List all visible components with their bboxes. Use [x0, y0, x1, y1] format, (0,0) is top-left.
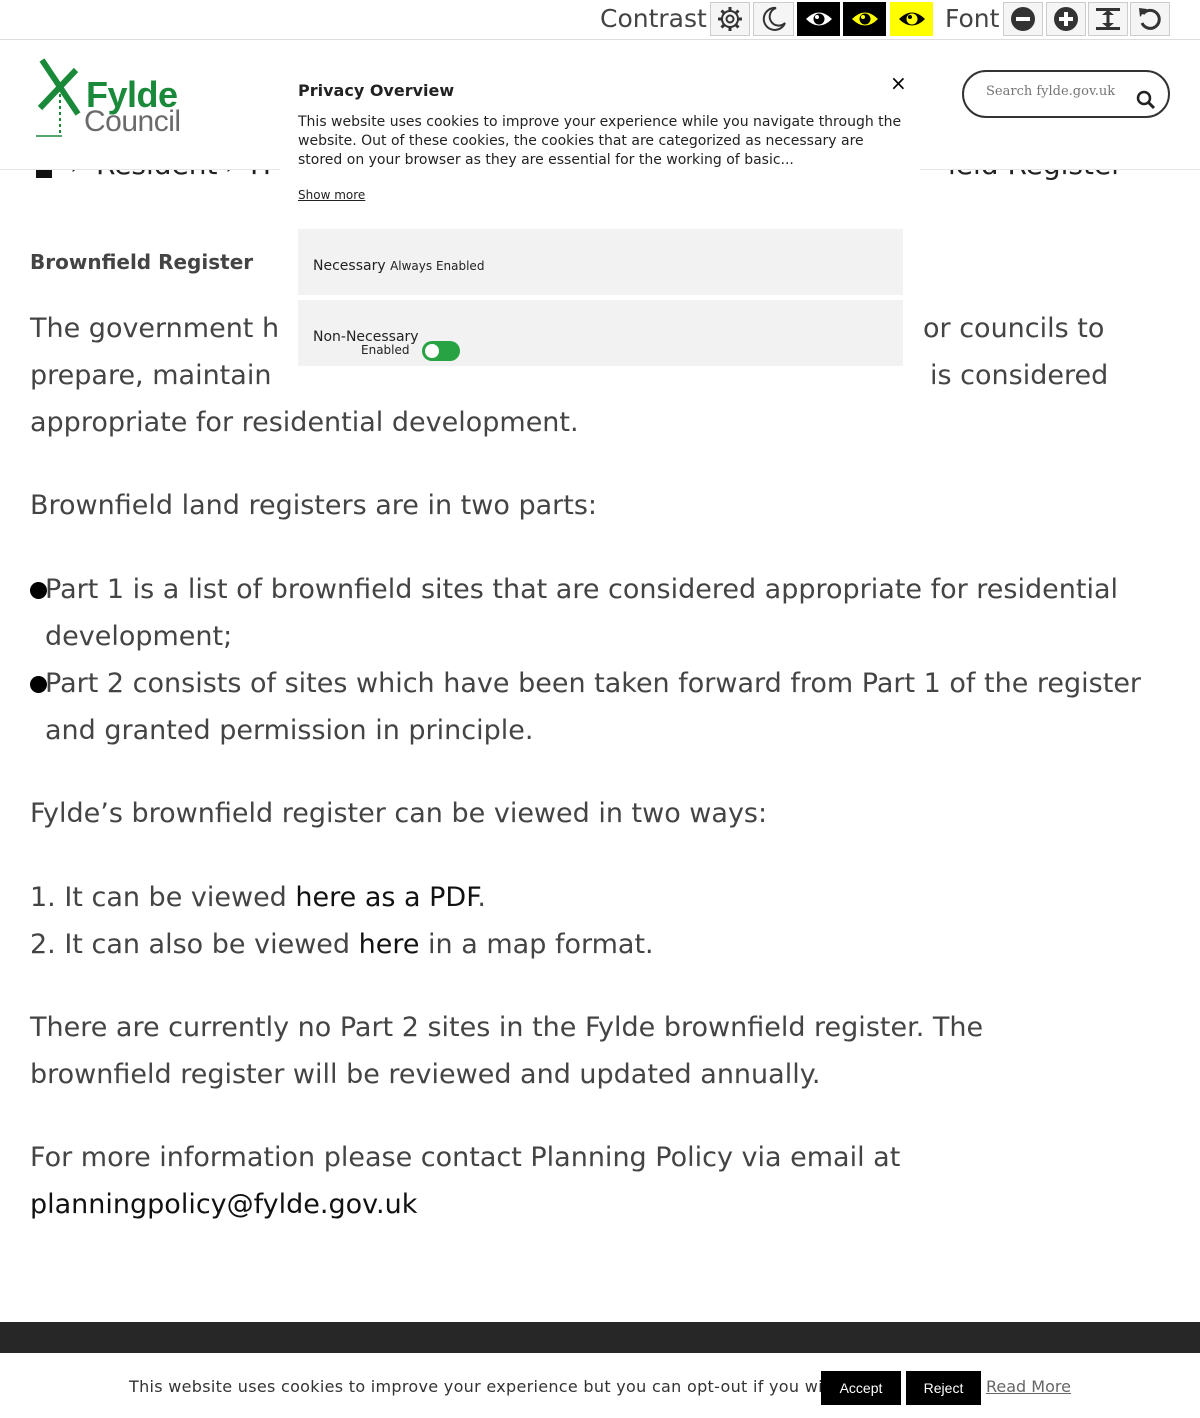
moon-icon [762, 6, 786, 31]
view-option-text: . [477, 882, 487, 913]
necessary-label: Necessary Always Enabled [313, 258, 484, 274]
toggle-knob [425, 344, 439, 358]
list-item-text: Part 2 consists of sites which have been… [45, 668, 1142, 746]
logo-text-council: Council [84, 105, 181, 138]
view-option-text: 1. It can be viewed [30, 882, 296, 913]
map-link[interactable]: here [359, 929, 420, 960]
accept-button[interactable]: Accept [821, 1371, 901, 1405]
contrast-dark-button[interactable] [753, 2, 794, 36]
list-item: Part 1 is a list of brownfield sites tha… [30, 566, 1170, 660]
list-item: Part 2 consists of sites which have been… [30, 660, 1170, 754]
privacy-description: This website uses cookies to improve you… [298, 114, 902, 168]
intro-text: prepare, maintain [30, 360, 272, 391]
cookie-consent-bar: This website uses cookies to improve you… [0, 1353, 1200, 1418]
fylde-council-logo[interactable]: Fylde Council [34, 56, 194, 138]
contrast-black-yellow-button[interactable] [843, 2, 886, 36]
read-more-link[interactable]: Read More [986, 1377, 1071, 1396]
always-enabled-label: Always Enabled [390, 259, 485, 273]
view-option-text: 2. It can also be viewed [30, 929, 359, 960]
text-height-icon [1096, 8, 1120, 30]
minus-circle-icon [1011, 7, 1035, 31]
contact-email-link[interactable]: planningpolicy@fylde.gov.uk [30, 1189, 417, 1220]
windmill-icon [36, 58, 81, 137]
show-more-link[interactable]: Show more [298, 188, 365, 202]
search-box [962, 70, 1170, 118]
part2-note: There are currently no Part 2 sites in t… [30, 1012, 984, 1090]
contact-paragraph: For more information please contact Plan… [30, 1134, 930, 1228]
necessary-cookies-row[interactable]: Necessary Always Enabled [298, 229, 903, 295]
accessibility-bar: Contrast Font [0, 0, 1200, 40]
parts-intro: Brownfield land registers are in two par… [30, 490, 597, 521]
intro-text: The government h [30, 313, 280, 344]
close-icon[interactable]: × [890, 71, 907, 95]
font-increase-button[interactable] [1046, 2, 1086, 36]
eye-icon [805, 12, 832, 26]
contact-text: For more information please contact Plan… [30, 1142, 901, 1173]
intro-text: or councils to [923, 313, 1105, 344]
view-option-2: 2. It can also be viewed here in a map f… [30, 921, 1170, 968]
pdf-link[interactable]: here as a PDF [295, 882, 477, 913]
intro-text: appropriate for residential development. [30, 407, 579, 438]
font-spacing-button[interactable] [1088, 2, 1128, 36]
eye-icon [898, 12, 925, 26]
contrast-black-white-button[interactable] [797, 2, 840, 36]
page-title: Brownfield Register [30, 250, 254, 274]
contrast-label: Contrast [600, 4, 707, 33]
reject-button[interactable]: Reject [906, 1371, 981, 1405]
non-necessary-toggle[interactable] [422, 341, 460, 361]
non-necessary-cookies-row[interactable]: Non-Necessary Enabled [298, 300, 903, 366]
contrast-yellow-black-button[interactable] [890, 2, 933, 36]
font-label: Font [945, 4, 1000, 33]
eye-icon [851, 12, 878, 26]
cookie-message: This website uses cookies to improve you… [129, 1377, 848, 1396]
list-item-text: Part 1 is a list of brownfield sites tha… [45, 574, 1118, 652]
ways-intro: Fylde’s brownfield register can be viewe… [30, 798, 768, 829]
font-reset-button[interactable] [1130, 2, 1170, 36]
contrast-default-button[interactable] [710, 2, 750, 36]
search-icon[interactable] [1136, 90, 1156, 110]
necessary-name: Necessary [313, 258, 386, 274]
privacy-title: Privacy Overview [298, 81, 455, 100]
view-option-1: 1. It can be viewed here as a PDF. [30, 874, 1170, 921]
plus-circle-icon [1054, 7, 1078, 31]
privacy-overview-panel: Privacy Overview × This website uses coo… [280, 55, 920, 375]
view-option-text: in a map format. [419, 929, 654, 960]
gear-icon [718, 7, 742, 31]
enabled-label: Enabled [361, 343, 410, 357]
reset-icon [1139, 8, 1161, 30]
font-decrease-button[interactable] [1003, 2, 1043, 36]
search-input[interactable] [986, 84, 1126, 99]
intro-text: is considered [930, 360, 1109, 391]
